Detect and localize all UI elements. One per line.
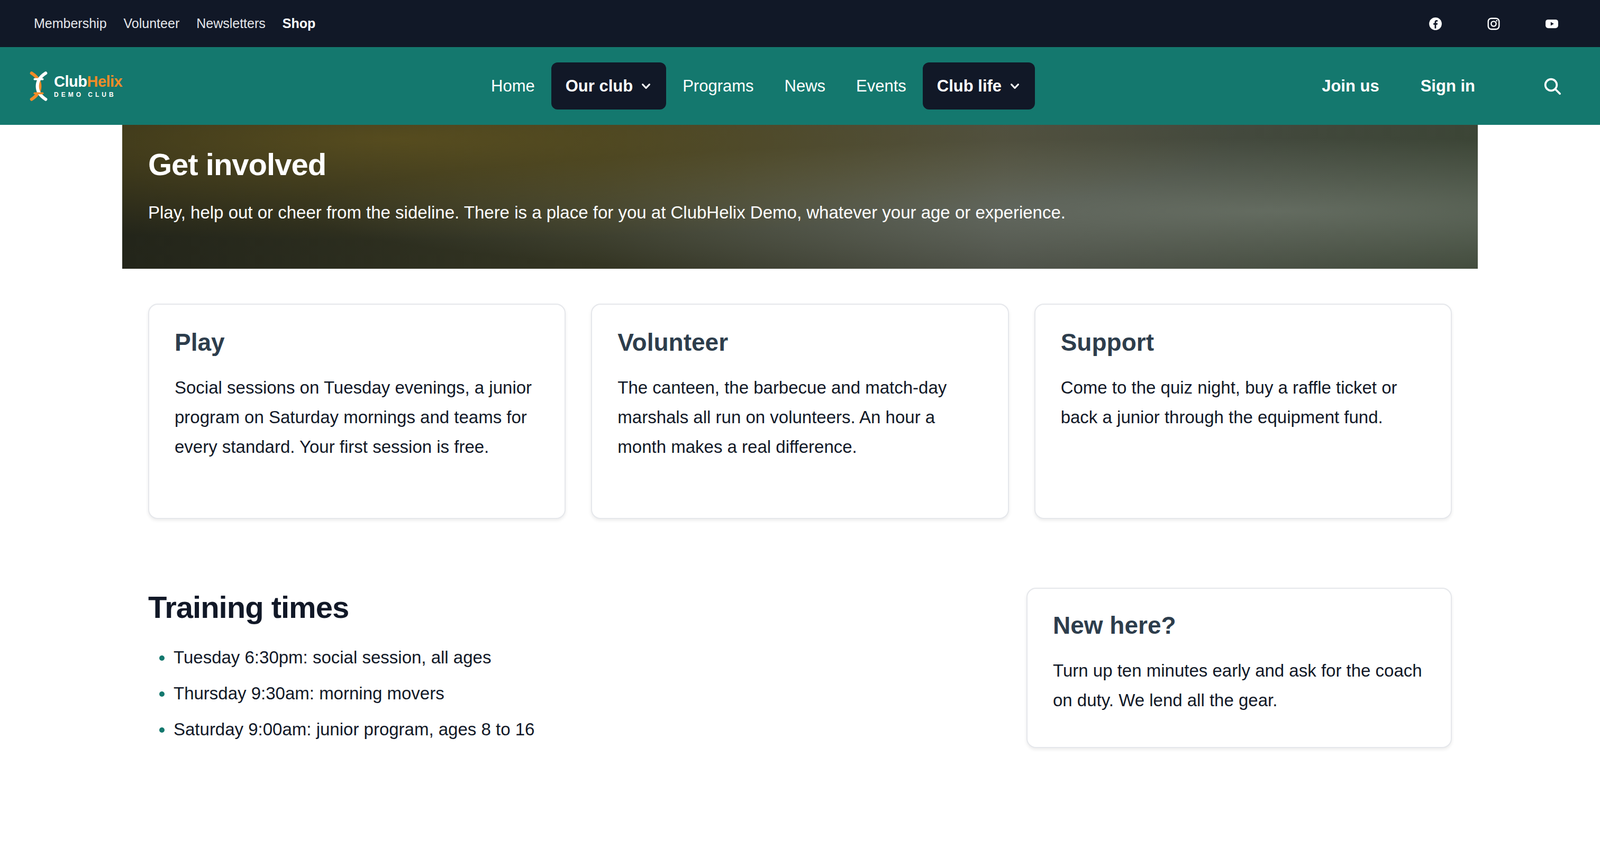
inner: Play Social sessions on Tuesday evenings,… [122,303,1478,812]
lower-section: Training times Tuesday 6:30pm: social ses… [148,587,1452,749]
training-times: Training times Tuesday 6:30pm: social ses… [148,587,985,748]
logo[interactable]: ClubHelixDEMO CLUB [28,70,477,102]
logo-text: ClubHelixDEMO CLUB [53,73,123,99]
instagram-icon[interactable] [1486,16,1501,31]
youtube-icon[interactable] [1544,16,1559,31]
top-link[interactable]: Volunteer [123,15,180,32]
search-icon[interactable] [1541,75,1563,97]
training-title: Training times [148,587,985,626]
nav-item[interactable]: Our club [551,62,667,110]
nav-actions: Join us Sign in [1034,75,1563,97]
top-link[interactable]: Newsletters [196,15,266,32]
nav-item[interactable]: Club life [922,62,1035,110]
nav-action[interactable]: Join us [1321,76,1380,96]
chevron-down-icon [1008,80,1021,93]
top-link[interactable]: Membership [33,15,107,32]
nav-bar: ClubHelixDEMO CLUB HomeOur clubProgramsNe… [0,47,1600,125]
card-title: Play [174,328,540,358]
card-title: Support [1060,328,1426,358]
aside-text: Turn up ten minutes early and ask for th… [1052,656,1426,716]
nav-item[interactable]: Events [841,62,921,110]
content: Get involved Play, help out or cheer from… [122,124,1478,812]
chevron-down-icon [640,80,652,93]
card-text: Come to the quiz night, buy a raffle tic… [1060,373,1426,433]
training-item: Thursday 9:30am: morning movers [173,675,985,712]
nav-item[interactable]: Home [476,62,550,110]
logo-tagline: DEMO CLUB [53,91,123,99]
card-grid: Play Social sessions on Tuesday evenings,… [148,303,1452,520]
info-card: Support Come to the quiz night, buy a raf… [1034,303,1452,520]
hero-text: Play, help out or cheer from the sidelin… [148,201,1452,225]
nav-item[interactable]: Programs [668,62,768,110]
card-title: Volunteer [617,328,983,358]
training-list: Tuesday 6:30pm: social session, all ages… [148,639,985,748]
training-item: Saturday 9:00am: junior program, ages 8 … [173,711,985,748]
top-links: Membership Volunteer Newsletters Shop [33,15,316,32]
info-card: Play Social sessions on Tuesday evenings,… [148,303,566,520]
card-text: Social sessions on Tuesday evenings, a j… [174,373,540,462]
card-text: The canteen, the barbecue and match-day … [617,373,983,462]
nav-item[interactable]: News [770,62,841,110]
hero-banner: Get involved Play, help out or cheer from… [122,124,1478,269]
helix-logo-icon [28,70,49,102]
training-item: Tuesday 6:30pm: social session, all ages [173,639,985,676]
page: Membership Volunteer Newsletters Shop ClubHe… [0,0,1600,857]
social-links [1428,16,1559,31]
top-bar: Membership Volunteer Newsletters Shop [0,0,1600,48]
main-nav: HomeOur clubProgramsNewsEventsClub life [476,62,1035,110]
facebook-icon[interactable] [1428,16,1443,31]
hero-title: Get involved [148,146,1452,184]
nav-action[interactable]: Sign in [1420,76,1476,96]
info-card: Volunteer The canteen, the barbecue and m… [591,303,1009,520]
top-link[interactable]: Shop [282,15,316,32]
new-here-card: New here? Turn up ten minutes early and a… [1026,587,1452,749]
aside-title: New here? [1052,611,1426,641]
logo-name: ClubHelix [53,73,123,91]
